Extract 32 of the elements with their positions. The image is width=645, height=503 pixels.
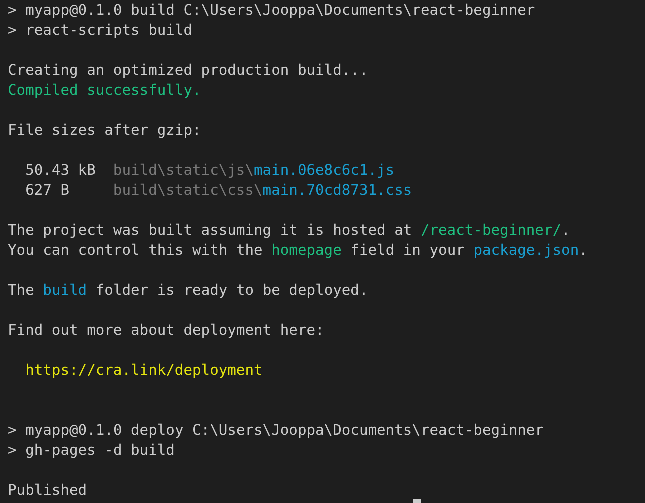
file-size: 627 B [26,181,70,201]
output-text: build [43,281,88,301]
output-text: folder is ready to be deployed. [94,281,368,301]
command-line: react-scripts build [26,21,193,41]
output-text: The [8,281,36,301]
output-text: field in your [350,241,466,261]
cursor-icon [413,499,421,503]
file-size: 50.43 kB [26,161,97,181]
output-text: Published [8,481,88,501]
file-name: main.70cd8731.css [262,181,412,201]
output-text: Compiled successfully. [8,81,202,101]
file-directory: build\static\js\ [113,161,254,181]
output-text: Creating an optimized production build... [8,61,368,81]
prompt-symbol: > [8,21,17,41]
output-text: Find out more about deployment here: [8,321,324,341]
prompt-symbol: > [8,421,17,441]
output-text: . [562,221,570,241]
file-directory: build\static\css\ [113,181,263,201]
command-line: myapp@0.1.0 deploy C:\Users\Jooppa\Documents\react-beginner [26,421,544,441]
output-text: File sizes after gzip: [8,121,202,141]
output-text: homepage [272,241,342,261]
prompt-symbol: > [8,1,17,21]
output-text: /react-beginner/ [420,221,562,241]
output-text: The project was built assuming it is hosted at [8,221,414,241]
deployment-link[interactable]: https://cra.link/deployment [26,361,263,381]
output-text: You can control this with the [8,241,264,261]
command-line: myapp@0.1.0 build C:\Users\Jooppa\Documents\react-beginner [26,1,536,21]
output-text: . [579,241,588,261]
command-line: gh-pages -d build [26,441,175,461]
output-text: package.json [474,241,580,261]
file-name: main.06e8c6c1.js [254,161,395,181]
prompt-symbol: > [8,441,17,461]
